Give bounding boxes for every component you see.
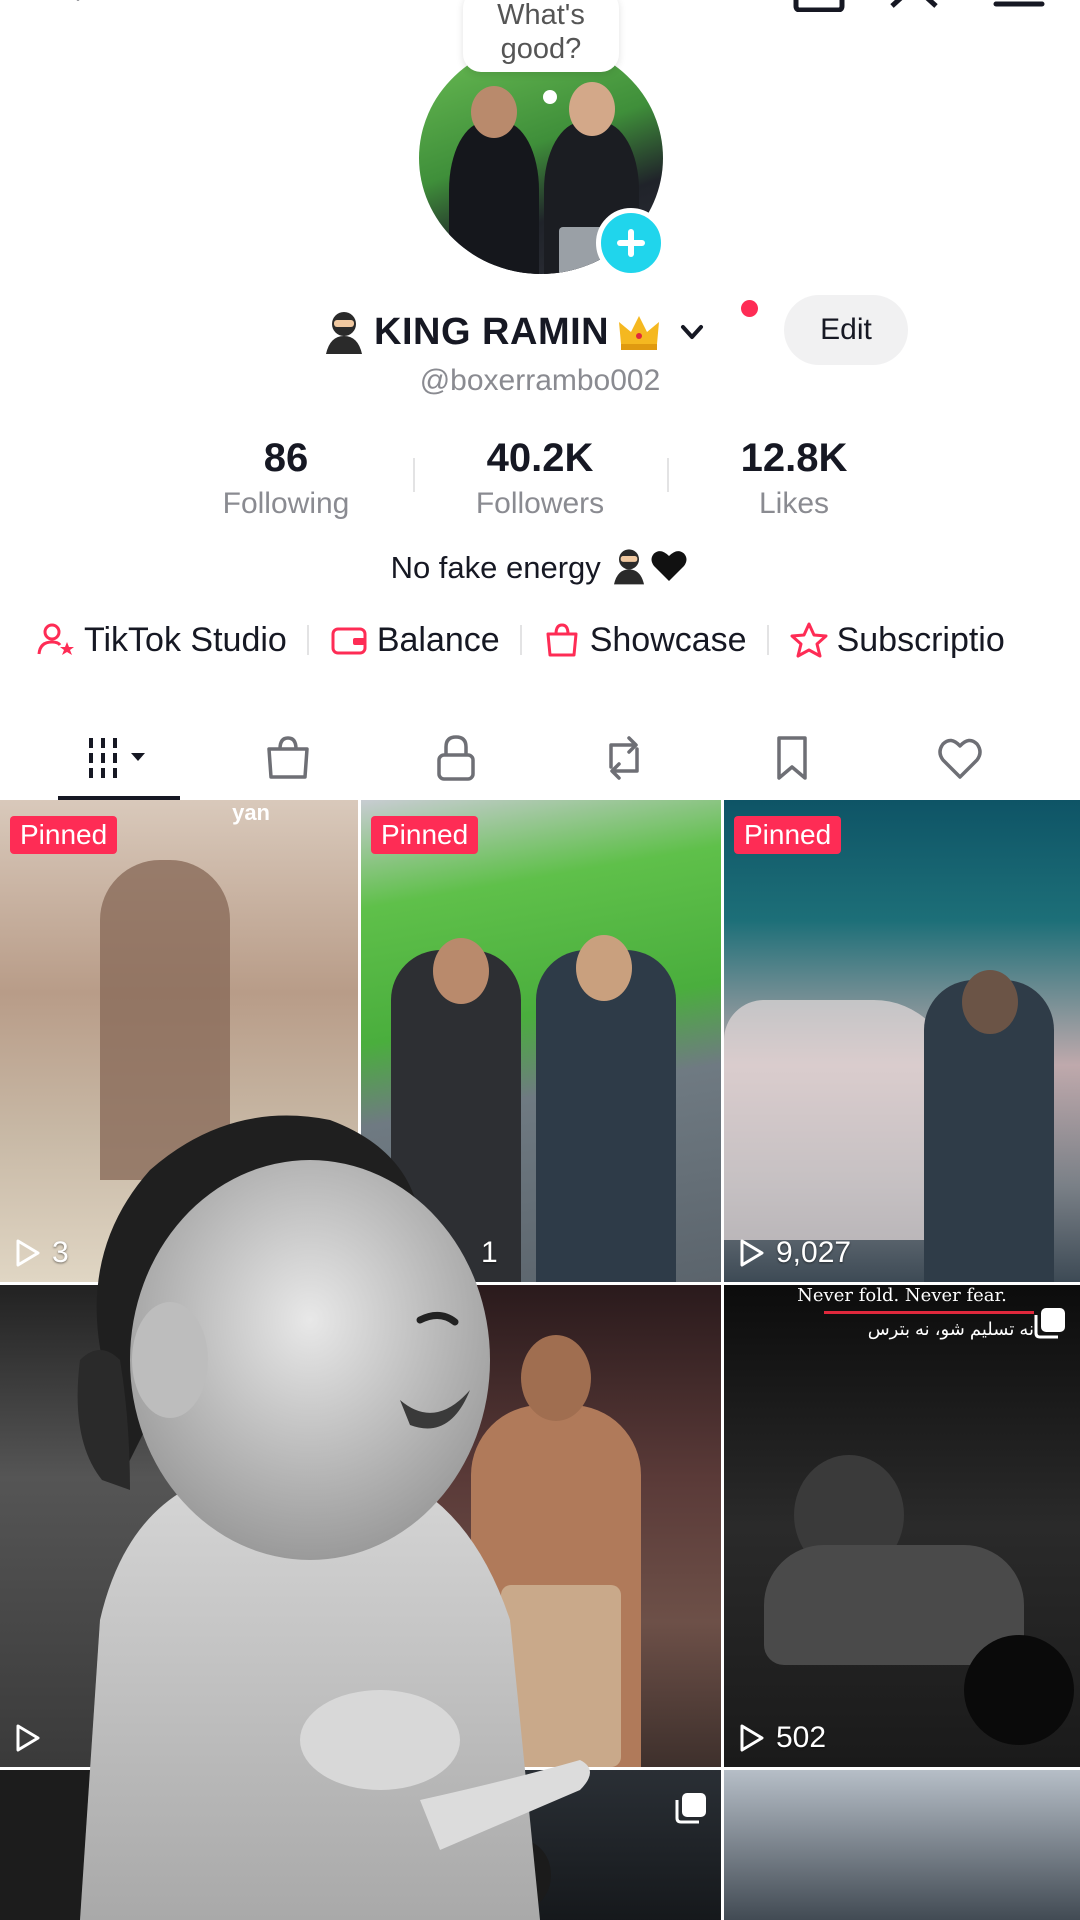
tab-liked[interactable] — [876, 716, 1044, 800]
multi-photo-icon — [1034, 1308, 1065, 1339]
edit-profile-button[interactable]: Edit — [784, 295, 908, 365]
calendar-icon[interactable] — [790, 0, 850, 12]
video-caption-persian: نه تسلیم شو، نه بترس — [867, 1319, 1034, 1339]
stat-followers[interactable]: 40.2K Followers — [440, 436, 640, 521]
showcase-link[interactable]: Showcase — [542, 620, 747, 660]
content-tabs — [0, 716, 1080, 800]
bio[interactable]: No fake energy — [0, 546, 1080, 586]
tiktok-studio-link[interactable]: TikTok Studio — [36, 620, 287, 660]
link-label: Balance — [376, 620, 500, 659]
add-friend-icon[interactable] — [28, 0, 98, 12]
note-bubble[interactable]: What's good? — [463, 0, 619, 72]
video-tile[interactable] — [0, 1770, 358, 1920]
view-count — [10, 1721, 52, 1755]
star-badge-icon — [790, 622, 828, 658]
link-label: Showcase — [589, 620, 747, 659]
likes-count: 12.8K — [740, 436, 848, 480]
crown-emoji-icon — [619, 316, 660, 350]
video-tile[interactable]: Pinned 9,027 — [724, 800, 1080, 1282]
play-icon — [16, 1239, 40, 1267]
view-count-text: 3 — [52, 1236, 69, 1269]
video-tile[interactable] — [724, 1770, 1080, 1920]
view-count-text: 9,027 — [776, 1236, 852, 1269]
menu-icon[interactable] — [990, 0, 1050, 12]
view-count: 1 — [481, 1236, 498, 1270]
followers-count: 40.2K — [486, 436, 594, 480]
repost-icon — [609, 736, 639, 780]
link-label: TikTok Studio — [84, 620, 287, 659]
subscription-link[interactable]: Subscriptio — [789, 620, 1005, 660]
video-tile[interactable] — [361, 1285, 721, 1767]
notification-dot — [741, 300, 758, 317]
name-row: KING RAMIN — [320, 304, 707, 360]
lock-icon — [437, 735, 475, 781]
pinned-badge: Pinned — [10, 816, 118, 854]
stat-divider — [667, 458, 669, 492]
likes-label: Likes — [758, 487, 830, 520]
display-name: KING RAMIN — [374, 310, 610, 353]
shopping-bag-icon — [546, 623, 578, 657]
chevron-down-icon[interactable] — [677, 317, 707, 347]
wallet-icon — [331, 627, 367, 655]
stat-following[interactable]: 86 Following — [186, 436, 386, 521]
followers-label: Followers — [475, 487, 605, 520]
play-icon — [740, 1239, 764, 1267]
view-count-text: 502 — [776, 1721, 827, 1754]
stat-likes[interactable]: 12.8K Likes — [694, 436, 894, 521]
add-story-button[interactable] — [596, 208, 666, 278]
pinned-badge: Pinned — [371, 816, 479, 854]
play-icon — [740, 1724, 764, 1752]
video-tile[interactable]: Pinned 1 — [361, 800, 721, 1282]
user-star-icon — [37, 623, 74, 655]
videos-grid-icon — [89, 738, 145, 778]
quick-links: TikTok Studio Balance Showcase Subscript… — [36, 620, 1005, 660]
link-divider — [766, 625, 769, 655]
pinned-badge: Pinned — [734, 816, 842, 854]
play-icon — [16, 1724, 40, 1752]
link-divider — [306, 625, 309, 655]
video-tile[interactable]: Never fold. Never fear. نه تسلیم شو، نه … — [724, 1285, 1080, 1767]
stat-divider — [413, 458, 415, 492]
bookmark-icon — [777, 736, 807, 780]
view-count: 3 — [10, 1236, 69, 1270]
video-caption: yan — [232, 800, 270, 825]
tab-favorites[interactable] — [708, 716, 876, 800]
tab-private[interactable] — [372, 716, 540, 800]
shop-icon — [267, 736, 309, 779]
following-label: Following — [222, 487, 350, 520]
heart-icon — [938, 738, 982, 779]
tab-videos[interactable] — [34, 716, 202, 800]
bio-text: No fake energy — [390, 550, 601, 585]
tab-reposts[interactable] — [540, 716, 708, 800]
username: @boxerrambo002 — [419, 364, 661, 397]
view-count: 502 — [734, 1721, 826, 1755]
video-tile[interactable] — [361, 1770, 721, 1920]
video-caption: Never fold. Never fear. — [797, 1285, 1007, 1306]
share-icon[interactable] — [888, 0, 948, 12]
video-tile[interactable] — [0, 1285, 358, 1767]
black-heart-icon — [651, 551, 687, 581]
view-count: 9,027 — [734, 1236, 851, 1270]
link-divider — [519, 625, 522, 655]
following-count: 86 — [263, 436, 309, 480]
ninja-emoji-icon — [614, 549, 645, 585]
ninja-emoji-icon — [326, 312, 362, 354]
tab-shop[interactable] — [204, 716, 372, 800]
video-tile[interactable]: yan Pinned 3 — [0, 800, 358, 1282]
balance-link[interactable]: Balance — [329, 620, 500, 660]
caption-underline — [824, 1311, 1034, 1314]
link-label: Subscriptio — [836, 620, 1005, 659]
view-count-text: 1 — [481, 1236, 498, 1269]
multi-photo-icon — [675, 1793, 706, 1824]
bubble-tail — [543, 90, 557, 104]
profile-screen: What's good? KING RAMIN Edit @boxerrambo… — [0, 0, 1080, 1920]
